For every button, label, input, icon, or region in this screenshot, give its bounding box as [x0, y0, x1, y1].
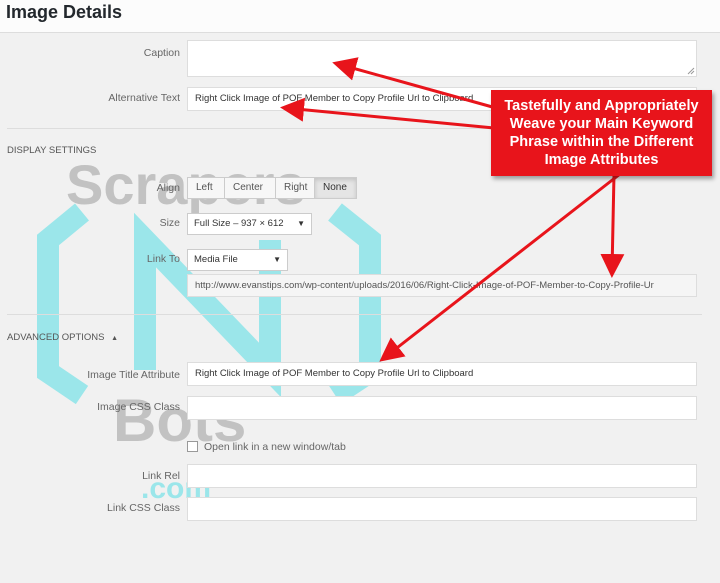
caption-label: Caption: [143, 47, 180, 59]
link-to-label: Link To: [146, 253, 180, 265]
annotation-callout: Tastefully and Appropriately Weave your …: [491, 90, 712, 176]
align-right-button[interactable]: Right: [275, 177, 315, 199]
advanced-options-toggle[interactable]: ADVANCED OPTIONS ▲: [7, 332, 118, 343]
size-select[interactable]: Full Size – 937 × 612 ▼: [187, 213, 312, 235]
dialog-header: Image Details: [0, 0, 720, 33]
image-title-label: Image Title Attribute: [87, 369, 180, 381]
link-css-class-input[interactable]: [187, 497, 697, 521]
size-label: Size: [159, 217, 180, 229]
new-window-label: Open link in a new window/tab: [204, 441, 346, 453]
link-css-class-label: Link CSS Class: [107, 502, 180, 514]
align-center-button[interactable]: Center: [224, 177, 276, 199]
chevron-down-icon: ▼: [297, 219, 305, 228]
align-button-group: Left Center Right None: [187, 177, 357, 199]
link-url-field[interactable]: http://www.evanstips.com/wp-content/uplo…: [187, 274, 697, 297]
caret-up-icon: ▲: [111, 335, 119, 342]
align-none-button[interactable]: None: [314, 177, 357, 199]
alt-text-label: Alternative Text: [108, 92, 180, 104]
advanced-options-title: ADVANCED OPTIONS: [7, 332, 105, 343]
new-window-checkbox[interactable]: [187, 441, 198, 452]
image-title-input[interactable]: Right Click Image of POF Member to Copy …: [187, 362, 697, 386]
link-to-select[interactable]: Media File ▼: [187, 249, 288, 271]
link-to-select-value: Media File: [194, 254, 238, 265]
image-css-class-label: Image CSS Class: [97, 401, 180, 413]
display-settings-title: DISPLAY SETTINGS: [7, 145, 97, 156]
align-label: Align: [156, 182, 180, 194]
textarea-resize-handle[interactable]: [687, 67, 695, 75]
link-rel-input[interactable]: [187, 464, 697, 488]
caption-textarea[interactable]: [187, 40, 697, 77]
dialog-title: Image Details: [6, 2, 123, 22]
link-rel-label: Link Rel: [142, 470, 180, 482]
size-select-value: Full Size – 937 × 612: [194, 218, 284, 229]
align-left-button[interactable]: Left: [187, 177, 225, 199]
image-css-class-input[interactable]: [187, 396, 697, 420]
chevron-down-icon: ▼: [273, 255, 281, 264]
section-divider: [7, 314, 702, 315]
